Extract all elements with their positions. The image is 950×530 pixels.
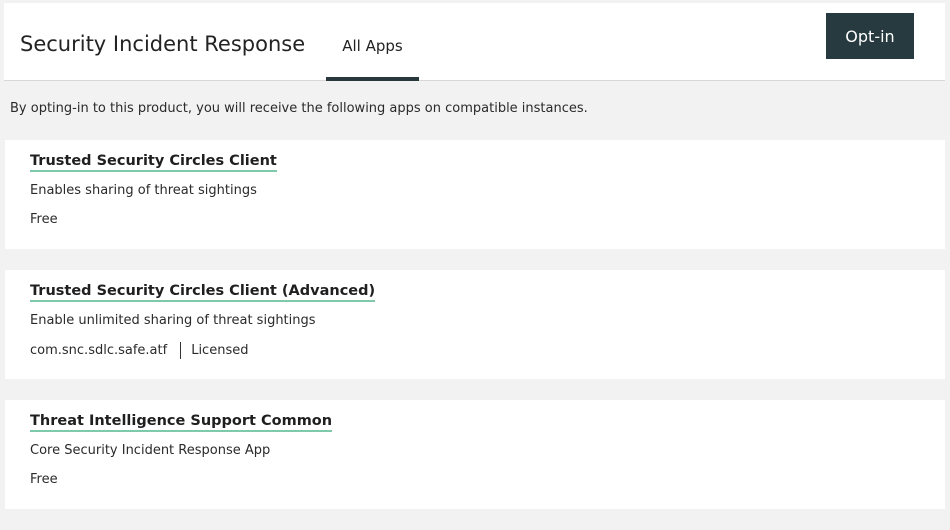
app-meta: Free <box>30 472 58 487</box>
tab-label: All Apps <box>342 37 403 55</box>
app-price: Licensed <box>191 343 249 358</box>
app-card: Trusted Security Circles Client (Advance… <box>5 270 945 379</box>
app-name-link[interactable]: Trusted Security Circles Client <box>30 153 277 172</box>
app-card: Trusted Security Circles Client Enables … <box>5 140 945 249</box>
app-name-link[interactable]: Threat Intelligence Support Common <box>30 413 333 432</box>
product-header: Security Incident Response All Apps Opt-… <box>4 3 945 81</box>
app-description: Enable unlimited sharing of threat sight… <box>30 313 316 328</box>
active-tab-indicator <box>326 77 419 81</box>
app-price: Free <box>30 212 58 227</box>
page-title: Security Incident Response <box>20 32 306 56</box>
app-meta: Free <box>30 212 58 227</box>
app-scope: com.snc.sdlc.safe.atf <box>30 343 168 358</box>
app-price: Free <box>30 472 58 487</box>
opt-in-button[interactable]: Opt-in <box>826 13 914 59</box>
intro-text: By opting-in to this product, you will r… <box>10 101 588 116</box>
app-meta: com.snc.sdlc.safe.atf Licensed <box>30 342 248 359</box>
app-name-link[interactable]: Trusted Security Circles Client (Advance… <box>30 283 376 302</box>
app-description: Core Security Incident Response App <box>30 443 271 458</box>
app-card: Threat Intelligence Support Common Core … <box>5 400 945 509</box>
tab-all-apps[interactable]: All Apps <box>326 3 419 81</box>
meta-divider <box>180 342 182 359</box>
app-list: Trusted Security Circles Client Enables … <box>5 140 945 530</box>
app-description: Enables sharing of threat sightings <box>30 183 257 198</box>
